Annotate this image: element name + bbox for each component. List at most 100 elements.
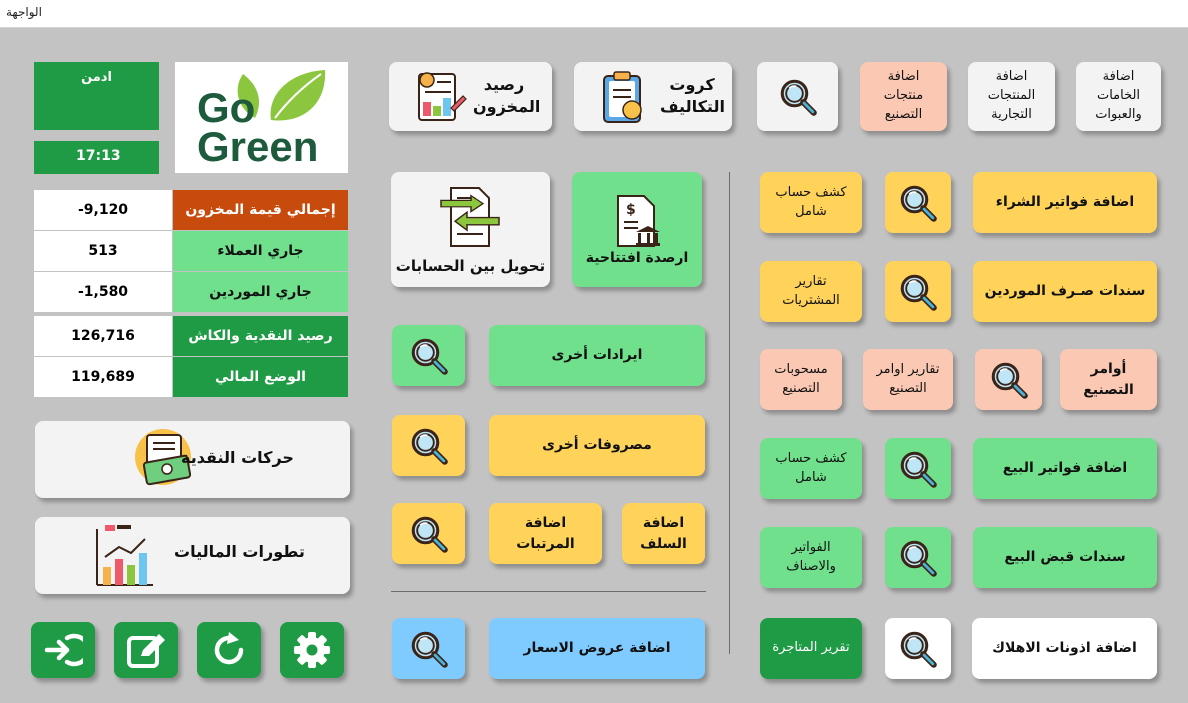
full-statement-label: كشف حساب شامل	[775, 184, 847, 219]
supplier-payments-button[interactable]: سندات صـرف الموردين	[973, 261, 1157, 322]
add-manufacturing-products-label: اضافة منتجات التصنيع	[883, 69, 924, 122]
svg-text:$: $	[626, 202, 636, 218]
refresh-icon	[214, 632, 244, 665]
cash-movements-button[interactable]: حركات النقدية	[35, 421, 350, 498]
add-purchase-invoices-button[interactable]: اضافة فواتير الشراء	[973, 172, 1157, 233]
add-scrap-permits-button[interactable]: اضافة اذونات الاهلاك	[972, 618, 1157, 679]
supplier-payments-search-button[interactable]	[885, 261, 951, 322]
sales-receipts-button[interactable]: سندات قبض البيع	[973, 527, 1157, 588]
supplier-payments-label: سندات صـرف الموردين	[984, 283, 1146, 300]
user-name-box: ادمن	[34, 62, 159, 130]
add-advances-button[interactable]: اضافة السلف	[622, 503, 705, 564]
trading-report-label: تقرير المتاجرة	[772, 640, 850, 656]
search-icon	[897, 537, 939, 579]
price-offers-search-button[interactable]	[392, 618, 465, 679]
financial-trends-button[interactable]: تطورات الماليات	[35, 517, 350, 594]
opening-balances-label: ارصدة افتتاحية	[585, 250, 689, 266]
manufacturing-orders-reports-label: تقارير اوامر التصنيع	[876, 361, 940, 396]
purchase-reports-label: تقارير المشتريات	[782, 273, 840, 308]
clipboard-icon	[603, 71, 642, 123]
clock-box: 17:13	[34, 141, 159, 174]
invoices-and-items-button[interactable]: الفواتير والاصناف	[760, 527, 862, 588]
logo: Go Green	[175, 62, 348, 173]
settings-icon	[294, 632, 330, 668]
search-icon	[988, 359, 1030, 401]
add-sales-invoices-label: اضافة فواتير البيع	[1002, 460, 1128, 477]
cash-movements-label: حركات النقدية	[181, 448, 294, 467]
full-statement-suppliers-button[interactable]: كشف حساب شامل	[760, 172, 862, 233]
stat-label: جاري العملاء	[173, 231, 348, 271]
add-price-offers-label: اضافة عروض الاسعار	[523, 640, 671, 657]
manufacturing-orders-reports-button[interactable]: تقارير اوامر التصنيع	[863, 349, 953, 410]
other-expenses-label: مصروفات أخرى	[542, 437, 652, 454]
inventory-balance-button[interactable]: رصيد المخزون	[389, 62, 552, 131]
add-raw-materials-button[interactable]: اضافة الخامات والعبوات	[1076, 62, 1161, 131]
search-icon	[897, 182, 939, 224]
full-statement-label: كشف حساب شامل	[775, 450, 847, 485]
search-icon	[408, 513, 450, 555]
invoices-and-items-label: الفواتير والاصناف	[786, 539, 836, 574]
sales-receipts-search-button[interactable]	[885, 527, 951, 588]
add-sales-invoices-button[interactable]: اضافة فواتير البيع	[973, 438, 1157, 499]
manufacturing-orders-label: أوامر التصنيع	[1083, 361, 1134, 398]
stat-value: -9,120	[34, 190, 172, 230]
chart-icon	[96, 525, 153, 586]
sales-invoices-search-button[interactable]	[885, 438, 951, 499]
search-icon	[777, 76, 819, 118]
stat-label: إجمالي قيمة المخزون	[173, 190, 348, 230]
full-statement-customers-button[interactable]: كشف حساب شامل	[760, 438, 862, 499]
stat-label: رصيد النقدية والكاش	[173, 316, 348, 356]
clock-time: 17:13	[76, 148, 121, 164]
stat-value: 513	[34, 231, 172, 271]
cost-cards-button[interactable]: كروت التكاليف	[574, 62, 732, 131]
other-revenues-search-button[interactable]	[392, 325, 465, 386]
search-icon	[408, 425, 450, 467]
window-title: الواجهة	[6, 5, 42, 19]
edit-button[interactable]	[114, 622, 178, 678]
stat-label: جاري الموردين	[173, 272, 348, 312]
other-revenues-label: ايرادات أخرى	[551, 347, 643, 364]
trading-report-button[interactable]: تقرير المتاجرة	[760, 618, 862, 679]
other-expenses-search-button[interactable]	[392, 415, 465, 476]
stat-value: -1,580	[34, 272, 172, 312]
window-titlebar: الواجهة	[0, 0, 1188, 28]
add-manufacturing-products-button[interactable]: اضافة منتجات التصنيع	[860, 62, 947, 131]
transfer-document-icon	[440, 187, 500, 247]
manufacturing-orders-button[interactable]: أوامر التصنيع	[1060, 349, 1157, 410]
inventory-balance-label: رصيد المخزون	[473, 75, 541, 117]
settings-button[interactable]	[280, 622, 344, 678]
add-raw-materials-label: اضافة الخامات والعبوات	[1095, 69, 1142, 122]
add-purchase-invoices-label: اضافة فواتير الشراء	[995, 194, 1135, 211]
manufacturing-withdrawals-label: مسحوبات التصنيع	[774, 361, 828, 396]
cost-cards-label: كروت التكاليف	[660, 75, 725, 117]
manufacturing-orders-search-button[interactable]	[975, 349, 1042, 410]
sales-receipts-label: سندات قبض البيع	[1004, 549, 1126, 566]
opening-balances-button[interactable]: $ ارصدة افتتاحية	[572, 172, 702, 287]
search-products-button[interactable]	[757, 62, 838, 131]
logout-button[interactable]	[31, 622, 95, 678]
search-icon	[897, 271, 939, 313]
purchase-invoices-search-button[interactable]	[885, 172, 951, 233]
add-scrap-permits-label: اضافة اذونات الاهلاك	[992, 640, 1137, 657]
account-transfer-button[interactable]: تحويل بين الحسابات	[391, 172, 550, 287]
user-name: ادمن	[81, 70, 112, 85]
divider-horizontal	[391, 591, 706, 592]
scrap-permits-search-button[interactable]	[885, 618, 951, 679]
other-revenues-button[interactable]: ايرادات أخرى	[489, 325, 705, 386]
stat-label: الوضع المالي	[173, 357, 348, 397]
search-icon	[408, 628, 450, 670]
bank-document-icon: $	[617, 195, 660, 247]
salaries-search-button[interactable]	[392, 503, 465, 564]
edit-icon	[127, 634, 165, 668]
other-expenses-button[interactable]: مصروفات أخرى	[489, 415, 705, 476]
account-transfer-label: تحويل بين الحسابات	[395, 257, 546, 275]
manufacturing-withdrawals-button[interactable]: مسحوبات التصنيع	[760, 349, 842, 410]
search-icon	[897, 628, 939, 670]
refresh-button[interactable]	[197, 622, 261, 678]
add-trade-products-button[interactable]: اضافة المنتجات التجارية	[968, 62, 1055, 131]
purchase-reports-button[interactable]: تقارير المشتريات	[760, 261, 862, 322]
add-price-offers-button[interactable]: اضافة عروض الاسعار	[489, 618, 705, 679]
add-salaries-button[interactable]: اضافة المرتبات	[489, 503, 602, 564]
stat-value: 119,689	[34, 357, 172, 397]
search-icon	[897, 448, 939, 490]
